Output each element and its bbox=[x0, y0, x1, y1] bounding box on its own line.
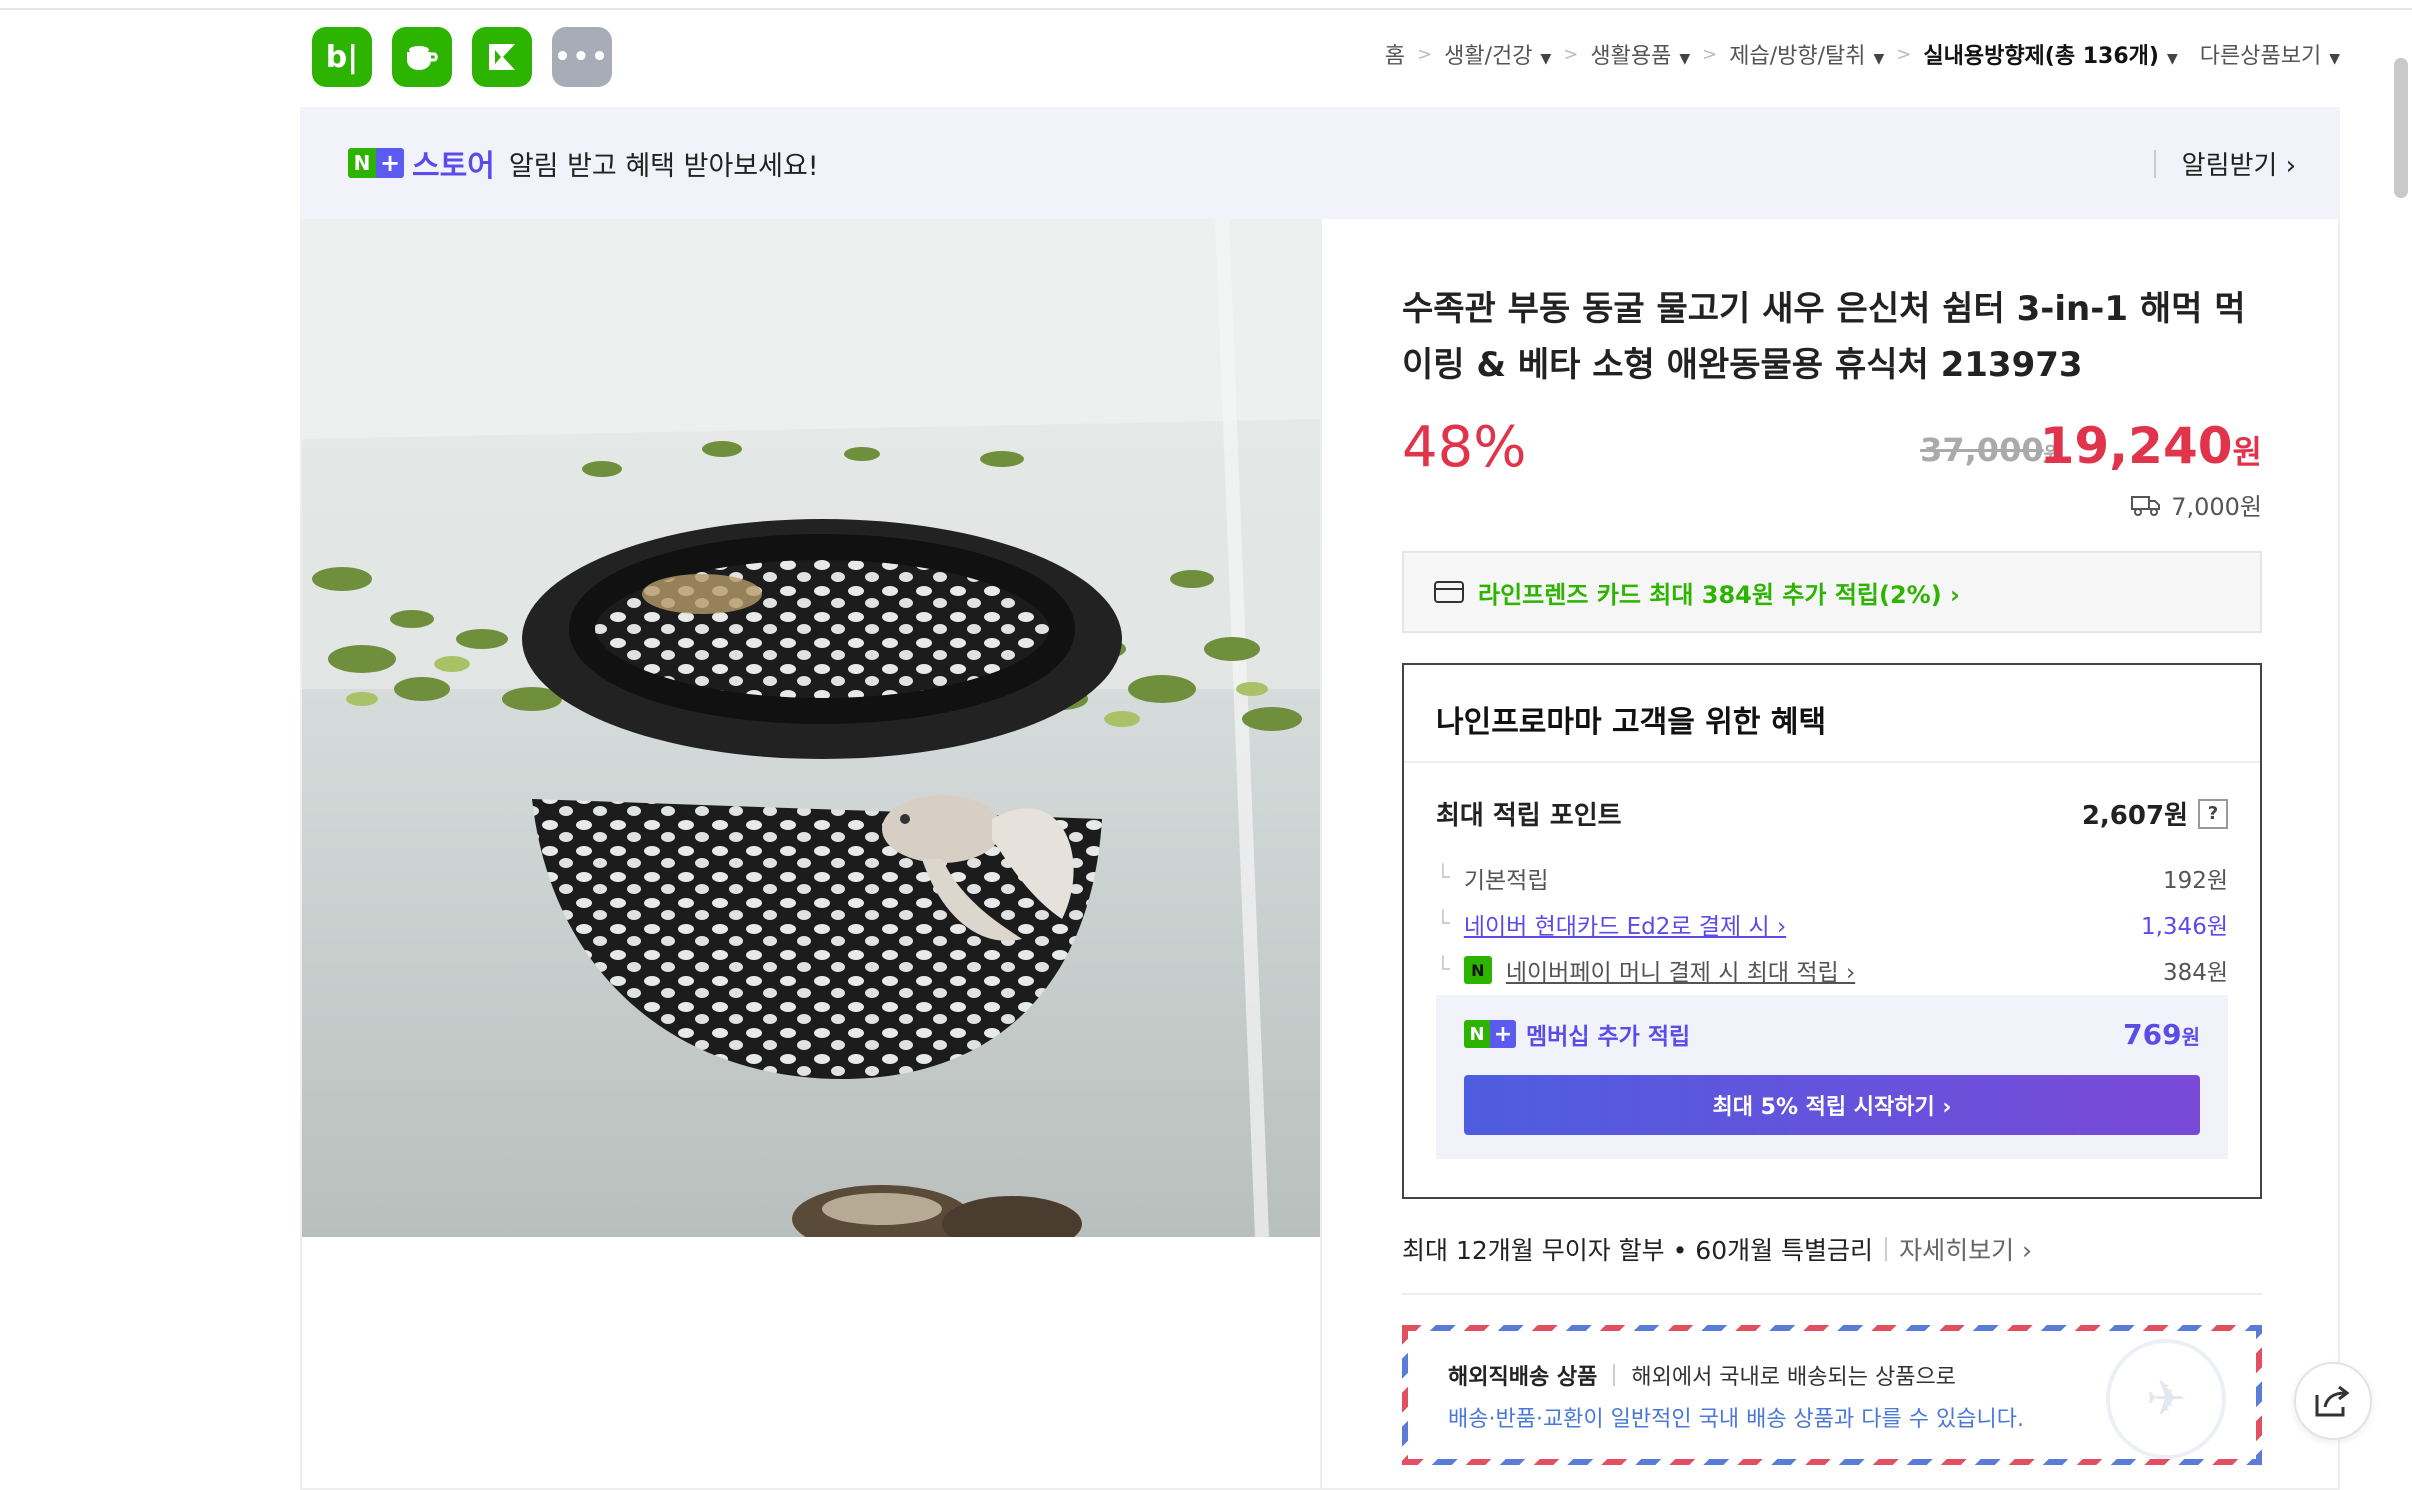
overseas-note: 배송·반품·교환이 일반적인 국내 배송 상품과 다를 수 있습니다. bbox=[1448, 1407, 2024, 1432]
naverpay-points-row[interactable]: └ N 네이버페이 머니 결제 시 최대 적립 › 384원 bbox=[1436, 953, 2228, 987]
divider bbox=[1404, 761, 2260, 763]
membership-label: N + 멤버십 추가 적립 bbox=[1464, 1017, 1690, 1051]
max-points-row: 최대 적립 포인트 2,607원 ? bbox=[1436, 795, 2228, 832]
help-icon[interactable]: ? bbox=[2198, 798, 2228, 829]
other-products-dropdown[interactable]: 다른상품보기 ▼ bbox=[2200, 38, 2340, 70]
credit-card-icon bbox=[1434, 581, 1464, 603]
tree-branch-icon: └ bbox=[1436, 911, 1450, 937]
basic-points-row: └ 기본적립 192원 bbox=[1436, 865, 2228, 894]
breadcrumb-item-3[interactable]: 제습/방향/탈취 ▼ bbox=[1729, 38, 1884, 70]
more-apps-icon[interactable]: ••• bbox=[552, 27, 612, 87]
cup-icon bbox=[407, 46, 438, 70]
airplane-stamp-icon: ✈ bbox=[2106, 1339, 2226, 1459]
membership-points: 769원 bbox=[2123, 1017, 2200, 1051]
nplus-badge-icon: N + bbox=[1464, 1020, 1516, 1048]
chevron-right-icon: > bbox=[1417, 43, 1433, 65]
overseas-title: 해외직배송 상품 bbox=[1448, 1365, 1598, 1390]
nplus-badge-icon: N + bbox=[348, 148, 404, 178]
top-border bbox=[0, 0, 2412, 10]
caret-down-icon: ▼ bbox=[1873, 51, 1885, 67]
page-scrollbar[interactable] bbox=[2394, 58, 2408, 198]
kin-logo-icon bbox=[489, 44, 515, 70]
caret-down-icon: ▼ bbox=[2166, 51, 2178, 67]
start-membership-button[interactable]: 최대 5% 적립 시작하기 › bbox=[1464, 1075, 2200, 1135]
share-icon bbox=[2315, 1385, 2350, 1417]
cafe-icon[interactable] bbox=[392, 27, 452, 87]
store-label: 스토어 bbox=[412, 149, 495, 184]
share-button[interactable] bbox=[2294, 1362, 2372, 1440]
blog-icon[interactable]: b| bbox=[312, 27, 372, 87]
breadcrumb: 홈 > 생활/건강 ▼ > 생활용품 ▼ > 제습/방향/탈취 ▼ > 실내용방향제(… bbox=[1385, 38, 2340, 70]
banner-message: 알림 받고 혜택 받아보세요! bbox=[508, 150, 819, 182]
caret-down-icon: ▼ bbox=[1679, 51, 1691, 67]
breadcrumb-item-2[interactable]: 생활용품 ▼ bbox=[1590, 38, 1690, 70]
tree-branch-icon: └ bbox=[1436, 957, 1450, 983]
divider bbox=[1402, 1293, 2262, 1295]
breadcrumb-home[interactable]: 홈 bbox=[1385, 38, 1405, 70]
overseas-desc: 해외에서 국내로 배송되는 상품으로 bbox=[1631, 1365, 1956, 1390]
divider bbox=[1885, 1237, 1888, 1261]
product-photo-illustration bbox=[302, 219, 1320, 1237]
breadcrumb-item-current[interactable]: 실내용방향제(총 136개) ▼ bbox=[1923, 38, 2177, 70]
service-app-icons: b| ••• bbox=[312, 27, 612, 87]
chevron-right-icon: > bbox=[1896, 43, 1912, 65]
installment-details-link[interactable]: 자세히보기 › bbox=[1899, 1231, 2032, 1267]
caret-down-icon: ▼ bbox=[2329, 51, 2340, 67]
product-image[interactable] bbox=[302, 219, 1320, 1237]
product-title: 수족관 부동 동굴 물고기 새우 은신처 쉼터 3-in-1 해먹 먹이링 & … bbox=[1402, 289, 2246, 385]
overseas-shipping-notice: 해외직배송 상품 해외에서 국내로 배송되는 상품으로 배송·반품·교환이 일반… bbox=[1402, 1325, 2262, 1465]
membership-panel: N + 멤버십 추가 적립 769원 최대 5% 적립 시작하기 › bbox=[1436, 995, 2228, 1159]
tree-branch-icon: └ bbox=[1436, 865, 1450, 891]
installment-info: 최대 12개월 무이자 할부 • 60개월 특별금리 자세히보기 › bbox=[1402, 1231, 2032, 1267]
caret-down-icon: ▼ bbox=[1540, 51, 1552, 67]
truck-icon bbox=[2131, 495, 2161, 516]
column-divider bbox=[1320, 219, 1322, 1490]
store-alert-banner: N + 스토어 알림 받고 혜택 받아보세요! 알림받기 › bbox=[300, 107, 2340, 219]
shipping-fee: 7,000원 bbox=[2131, 487, 2262, 522]
divider bbox=[1613, 1364, 1616, 1386]
chevron-right-icon: > bbox=[1702, 43, 1718, 65]
hyundai-card-points-row[interactable]: └ 네이버 현대카드 Ed2로 결제 시 › 1,346원 bbox=[1436, 907, 2228, 941]
benefits-title: 나인프로마마 고객을 위한 혜택 bbox=[1436, 705, 1827, 740]
customer-benefits-box: 나인프로마마 고객을 위한 혜택 최대 적립 포인트 2,607원 ? └ 기본적… bbox=[1402, 663, 2262, 1199]
kin-icon[interactable] bbox=[472, 27, 532, 87]
divider bbox=[2153, 149, 2156, 178]
notify-button[interactable]: 알림받기 › bbox=[2153, 145, 2296, 182]
breadcrumb-item-1[interactable]: 생활/건강 ▼ bbox=[1444, 38, 1551, 70]
naverpay-icon: N bbox=[1463, 956, 1492, 984]
discount-rate: 48% bbox=[1402, 415, 1527, 480]
sale-price: 19,240원 bbox=[2039, 417, 2262, 475]
card-promo-banner[interactable]: 라인프렌즈 카드 최대 384원 추가 적립(2%) › bbox=[1402, 551, 2262, 633]
chevron-right-icon: > bbox=[1563, 43, 1579, 65]
product-section: 수족관 부동 동굴 물고기 새우 은신처 쉼터 3-in-1 해먹 먹이링 & … bbox=[300, 219, 2340, 1490]
